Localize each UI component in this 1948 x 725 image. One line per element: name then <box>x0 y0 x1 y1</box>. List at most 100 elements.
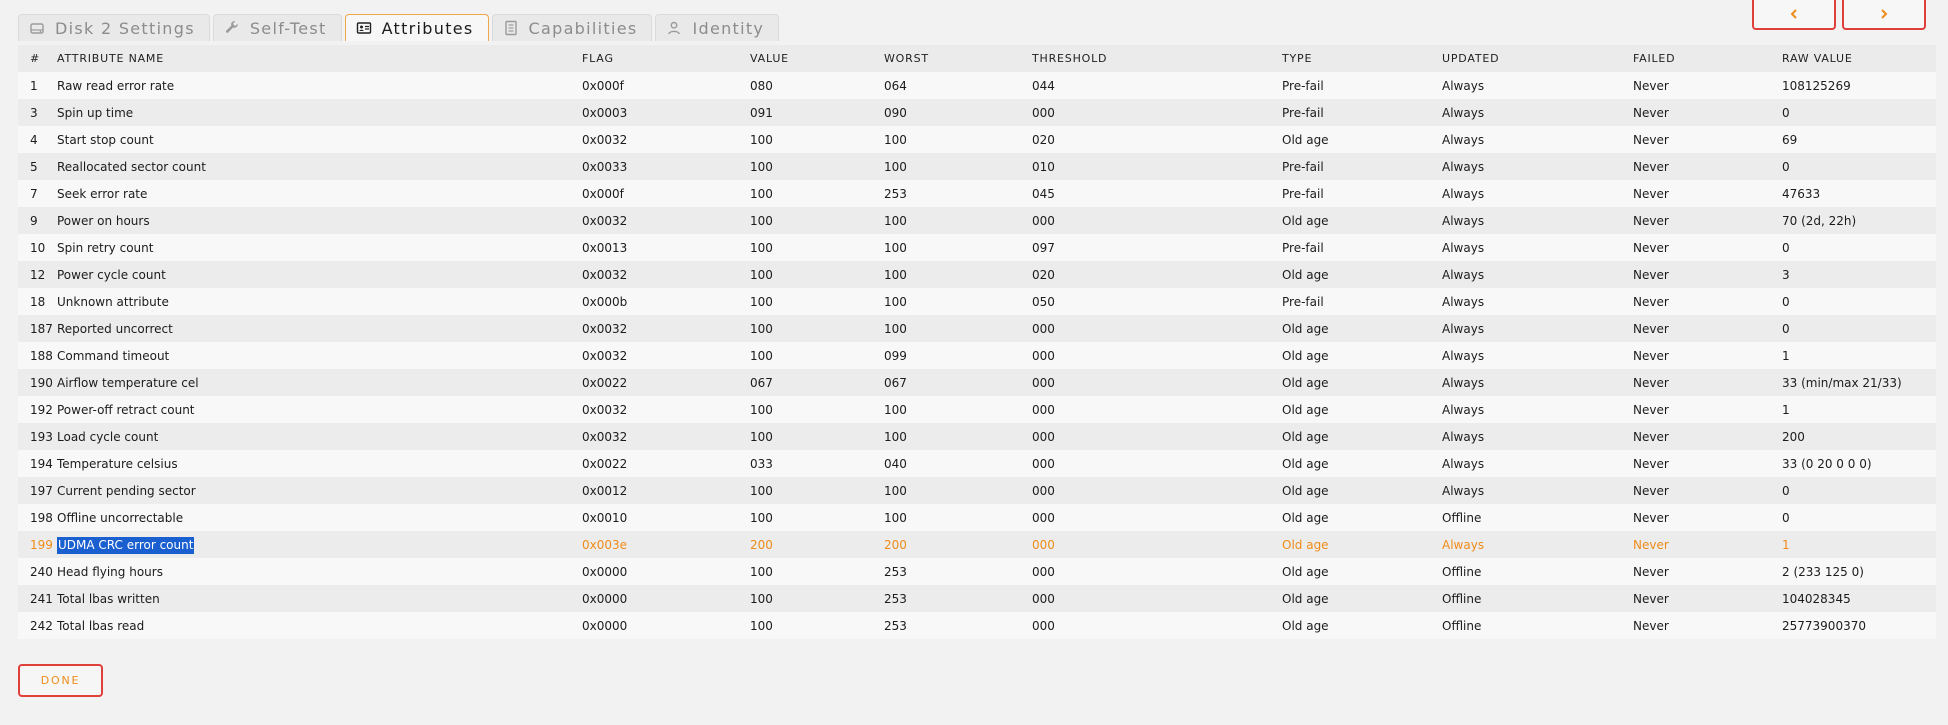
tab-bar: Disk 2 Settings Self-Test Attributes Capabi… <box>18 14 782 41</box>
col-index-cell: 4 <box>30 132 38 147</box>
col-worst-cell: 253 <box>884 186 907 201</box>
tab-attributes[interactable]: Attributes <box>344 14 489 41</box>
col-flag-header[interactable]: FLAG <box>582 45 750 72</box>
table-row[interactable]: 188 Command timeout 0x0032 100 099 000 Old age… <box>18 342 1936 369</box>
table-row[interactable]: 187 Reported uncorrect 0x0032 100 100 000 Old … <box>18 315 1936 342</box>
col-threshold-cell: 000 <box>1032 402 1055 417</box>
col-raw-value-cell: 3 <box>1782 267 1790 282</box>
table-header: # ATTRIBUTE NAME FLAG VALUE WORST THRESHOLD TY… <box>18 45 1936 72</box>
col-index-cell: 192 <box>30 402 53 417</box>
col-updated-cell: Always <box>1442 267 1485 282</box>
col-raw-value-cell: 200 <box>1782 429 1805 444</box>
col-failed-cell: Never <box>1633 456 1669 471</box>
col-value-cell: 100 <box>750 429 773 444</box>
col-worst-header[interactable]: WORST <box>884 45 1032 72</box>
next-button[interactable] <box>1842 0 1926 30</box>
table-row[interactable]: 194 Temperature celsius 0x0022 033 040 000 Old… <box>18 450 1936 477</box>
table-row[interactable]: 9 Power on hours 0x0032 100 100 000 Old age Alw… <box>18 207 1936 234</box>
table-row[interactable]: 242 Total lbas read 0x0000 100 253 000 Old age… <box>18 612 1936 639</box>
col-updated-header[interactable]: UPDATED <box>1442 45 1633 72</box>
col-threshold-cell: 097 <box>1032 240 1055 255</box>
col-worst-cell: 100 <box>884 483 907 498</box>
col-attribute-name-cell: Power cycle count <box>57 267 166 282</box>
col-value-cell: 100 <box>750 564 773 579</box>
col-threshold-cell: 020 <box>1032 132 1055 147</box>
col-flag-cell: 0x0032 <box>582 348 628 363</box>
col-raw-value-cell: 0 <box>1782 483 1790 498</box>
col-failed-cell: Never <box>1633 375 1669 390</box>
table-body: 1 Raw read error rate 0x000f 080 064 044 Pre-f… <box>18 72 1936 639</box>
col-index-cell: 194 <box>30 456 53 471</box>
col-flag-cell: 0x0032 <box>582 267 628 282</box>
col-threshold-header[interactable]: THRESHOLD <box>1032 45 1282 72</box>
col-failed-cell: Never <box>1633 294 1669 309</box>
col-worst-cell: 100 <box>884 402 907 417</box>
table-row[interactable]: 1 Raw read error rate 0x000f 080 064 044 Pre-f… <box>18 72 1936 99</box>
col-value-cell: 100 <box>750 483 773 498</box>
col-updated-cell: Offline <box>1442 564 1482 579</box>
col-type-cell: Old age <box>1282 456 1329 471</box>
col-failed-cell: Never <box>1633 564 1669 579</box>
col-threshold-cell: 000 <box>1032 213 1055 228</box>
col-value-header[interactable]: VALUE <box>750 45 884 72</box>
done-button[interactable]: DONE <box>18 664 103 697</box>
col-type-cell: Pre-fail <box>1282 240 1324 255</box>
id-card-icon <box>356 20 372 36</box>
col-raw-value-header[interactable]: RAW VALUE <box>1782 45 1936 72</box>
table-row[interactable]: 241 Total lbas written 0x0000 100 253 000 Old … <box>18 585 1936 612</box>
table-row[interactable]: 198 Offline uncorrectable 0x0010 100 100 000 O… <box>18 504 1936 531</box>
col-type-cell: Old age <box>1282 510 1329 525</box>
table-row[interactable]: 7 Seek error rate 0x000f 100 253 045 Pre-fail A… <box>18 180 1936 207</box>
col-worst-cell: 253 <box>884 618 907 633</box>
table-row[interactable]: 5 Reallocated sector count 0x0033 100 100 010… <box>18 153 1936 180</box>
table-row[interactable]: 12 Power cycle count 0x0032 100 100 020 Old ag… <box>18 261 1936 288</box>
col-value-cell: 100 <box>750 132 773 147</box>
col-type-cell: Old age <box>1282 429 1329 444</box>
col-attribute-name-cell: Total lbas read <box>57 618 145 633</box>
table-row[interactable]: 190 Airflow temperature cel 0x0022 067 067 00… <box>18 369 1936 396</box>
col-index-header[interactable]: # <box>18 45 57 72</box>
tab-capabilities[interactable]: Capabilities <box>491 14 653 41</box>
col-index-cell: 18 <box>30 294 46 309</box>
col-flag-cell: 0x0010 <box>582 510 628 525</box>
tab-self-test[interactable]: Self-Test <box>212 14 342 41</box>
col-index-cell: 241 <box>30 591 53 606</box>
col-worst-cell: 100 <box>884 213 907 228</box>
tab-disk-2-settings[interactable]: Disk 2 Settings <box>18 14 210 41</box>
col-attribute-name-header[interactable]: ATTRIBUTE NAME <box>57 45 582 72</box>
col-attribute-name-cell: Spin retry count <box>57 240 154 255</box>
col-raw-value-cell: 2 (233 125 0) <box>1782 564 1864 579</box>
col-flag-cell: 0x0032 <box>582 213 628 228</box>
table-row[interactable]: 4 Start stop count 0x0032 100 100 020 Old age A… <box>18 126 1936 153</box>
col-raw-value-cell: 1 <box>1782 402 1790 417</box>
col-value-cell: 100 <box>750 618 773 633</box>
col-worst-cell: 067 <box>884 375 907 390</box>
col-flag-cell: 0x003e <box>582 537 628 552</box>
col-failed-header[interactable]: FAILED <box>1633 45 1782 72</box>
table-row[interactable]: 18 Unknown attribute 0x000b 100 100 050 Pre-fa… <box>18 288 1936 315</box>
col-index-cell: 199 <box>30 537 53 552</box>
col-raw-value-cell: 108125269 <box>1782 78 1851 93</box>
table-row[interactable]: 3 Spin up time 0x0003 091 090 000 Pre-fail Alwa… <box>18 99 1936 126</box>
col-type-header[interactable]: TYPE <box>1282 45 1442 72</box>
table-row[interactable]: 197 Current pending sector 0x0012 100 100 000… <box>18 477 1936 504</box>
table-row[interactable]: 10 Spin retry count 0x0013 100 100 097 Pre-fai… <box>18 234 1936 261</box>
col-attribute-name-cell: Seek error rate <box>57 186 148 201</box>
col-type-cell: Old age <box>1282 375 1329 390</box>
table-row[interactable]: 193 Load cycle count 0x0032 100 100 000 Old ag… <box>18 423 1936 450</box>
table-row[interactable]: 192 Power-off retract count 0x0032 100 100 00… <box>18 396 1936 423</box>
tab-identity[interactable]: Identity <box>655 14 780 41</box>
table-row[interactable]: 199 UDMA CRC error count 0x003e 200 200 000 Ol… <box>18 531 1936 558</box>
col-raw-value-cell: 70 (2d, 22h) <box>1782 213 1857 228</box>
col-updated-cell: Always <box>1442 456 1485 471</box>
previous-button[interactable] <box>1752 0 1836 30</box>
col-updated-cell: Always <box>1442 132 1485 147</box>
col-value-cell: 100 <box>750 402 773 417</box>
col-attribute-name-cell: Reallocated sector count <box>57 159 206 174</box>
col-index-cell: 7 <box>30 186 38 201</box>
table-row[interactable]: 240 Head flying hours 0x0000 100 253 000 Old a… <box>18 558 1936 585</box>
col-attribute-name-cell: Power on hours <box>57 213 150 228</box>
col-attribute-name-cell: Head flying hours <box>57 564 163 579</box>
col-type-cell: Old age <box>1282 132 1329 147</box>
col-raw-value-cell: 1 <box>1782 537 1790 552</box>
